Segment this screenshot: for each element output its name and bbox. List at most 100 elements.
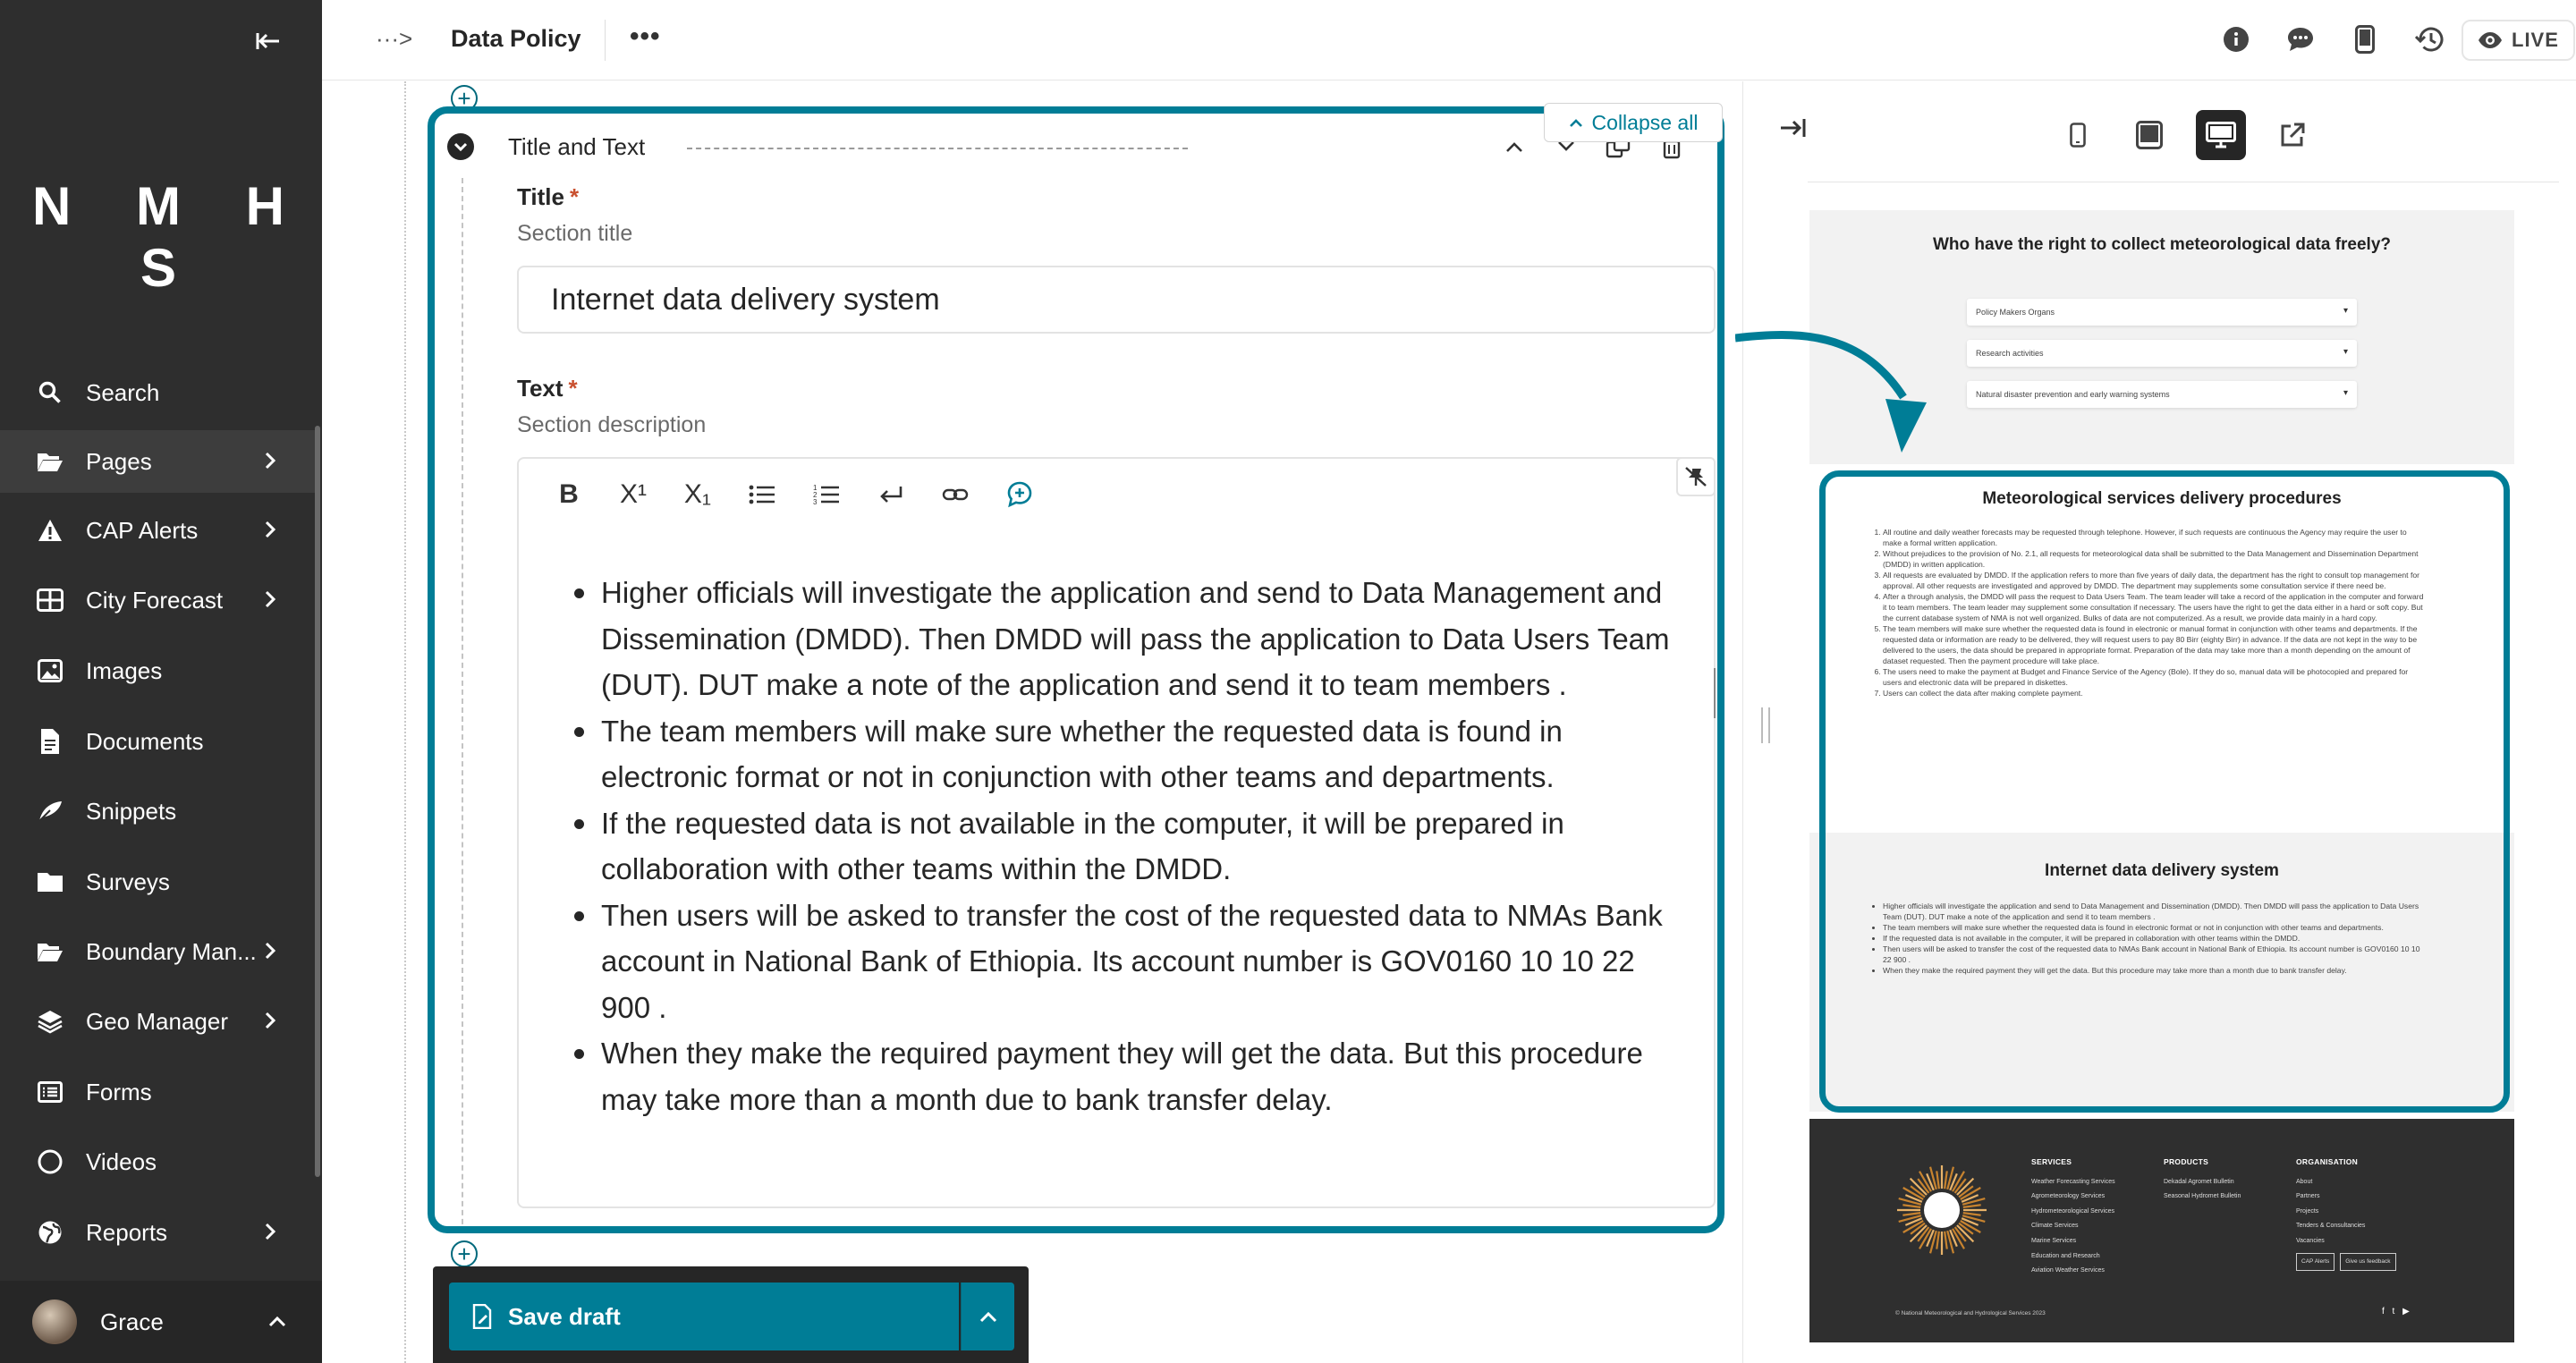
footer-copyright: © National Meteorological and Hydrologic… bbox=[1895, 1310, 2046, 1316]
collapse-all-button[interactable]: Collapse all bbox=[1544, 103, 1723, 142]
open-new-tab-button[interactable] bbox=[2267, 110, 2318, 160]
sidebar-item-surveys[interactable]: Surveys bbox=[0, 851, 315, 913]
sidebar-item-reports[interactable]: Reports bbox=[0, 1201, 315, 1264]
footer-link[interactable]: Tenders & Consultancies bbox=[2296, 1219, 2400, 1234]
chevron-right-icon bbox=[265, 1012, 276, 1029]
footer-link[interactable]: Seasonal Hydromet Bulletin bbox=[2164, 1189, 2241, 1205]
sidebar-item-label: Search bbox=[86, 378, 160, 406]
close-preview-button[interactable] bbox=[1779, 117, 1806, 143]
footer-link[interactable]: Projects bbox=[2296, 1205, 2400, 1220]
sidebar-item-label: Snippets bbox=[86, 797, 177, 825]
preview-accordion[interactable]: Research activities bbox=[1967, 340, 2357, 367]
bold-button[interactable]: B bbox=[537, 470, 601, 520]
mobile-size-button[interactable] bbox=[2053, 110, 2103, 160]
mobile-preview-icon[interactable] bbox=[2347, 21, 2383, 57]
footer-heading: ORGANISATION bbox=[2296, 1157, 2359, 1166]
footer-link[interactable]: Partners bbox=[2296, 1189, 2400, 1205]
title-input[interactable]: Internet data delivery system bbox=[517, 266, 1716, 334]
title-help: Section title bbox=[517, 221, 633, 246]
footer-link[interactable]: Agrometeorology Services bbox=[2031, 1189, 2115, 1205]
sidebar-scrollbar[interactable] bbox=[315, 426, 320, 1177]
block-title: Title and Text bbox=[508, 133, 646, 160]
superscript-button[interactable]: X¹ bbox=[601, 470, 665, 520]
numbered-list-button[interactable]: 123 bbox=[794, 470, 859, 520]
preview-accordion[interactable]: Policy Makers Organs bbox=[1967, 299, 2357, 326]
collapse-sidebar-button[interactable] bbox=[252, 25, 284, 57]
preview-internet-list: Higher officials will investigate the ap… bbox=[1872, 901, 2427, 976]
footer-cap-alerts-button[interactable]: CAP Alerts bbox=[2296, 1252, 2335, 1272]
sidebar-item-label: Pages bbox=[86, 447, 152, 475]
more-actions-button[interactable]: ••• bbox=[630, 21, 661, 52]
editor-panel: + Title and Text Title * Section title In… bbox=[322, 81, 1742, 1363]
rte-scrollbar[interactable] bbox=[1714, 668, 1716, 718]
preview-accordion[interactable]: Natural disaster prevention and early wa… bbox=[1967, 381, 2357, 408]
sidebar-item-documents[interactable]: Documents bbox=[0, 710, 315, 773]
footer-feedback-button[interactable]: Give us feedback bbox=[2340, 1252, 2396, 1272]
tablet-size-button[interactable] bbox=[2124, 110, 2174, 160]
sidebar-item-forms[interactable]: Forms bbox=[0, 1061, 315, 1123]
bullet-list-button[interactable] bbox=[730, 470, 794, 520]
rte-content[interactable]: Higher officials will investigate the ap… bbox=[574, 570, 1674, 1122]
site-logo[interactable]: N M H S bbox=[0, 175, 322, 299]
footer-link[interactable]: Hydrometeorological Services bbox=[2031, 1205, 2115, 1220]
sidebar-item-label: Reports bbox=[86, 1218, 168, 1246]
save-draft-button[interactable]: Save draft bbox=[449, 1283, 959, 1350]
live-status-button[interactable]: LIVE bbox=[2462, 20, 2575, 61]
social-icons[interactable]: f t ▶ bbox=[2382, 1307, 2412, 1316]
pin-toolbar-button[interactable] bbox=[1676, 457, 1716, 496]
sidebar-item-geo-manager[interactable]: Geo Manager bbox=[0, 990, 315, 1053]
annotation-arrow-icon bbox=[1735, 331, 1927, 453]
title-label: Title * bbox=[517, 183, 579, 211]
footer-link[interactable]: Climate Services bbox=[2031, 1219, 2115, 1234]
history-icon[interactable] bbox=[2411, 21, 2447, 57]
sidebar-item-cap-alerts[interactable]: CAP Alerts bbox=[0, 499, 315, 562]
footer-link[interactable]: Marine Services bbox=[2031, 1234, 2115, 1249]
save-bar: Save draft bbox=[433, 1266, 1029, 1363]
rich-text-editor[interactable]: B X¹ X₁ 123 Higher officials will invest… bbox=[517, 457, 1716, 1208]
panel-resize-handle[interactable] bbox=[1761, 707, 1770, 743]
text-help: Section description bbox=[517, 412, 707, 437]
footer-link[interactable]: Aviation Weather Services bbox=[2031, 1264, 2115, 1279]
link-button[interactable] bbox=[923, 470, 987, 520]
block-collapse-toggle[interactable] bbox=[447, 133, 474, 160]
sidebar-item-pages[interactable]: Pages bbox=[0, 430, 315, 493]
folder-icon bbox=[36, 868, 64, 896]
chevron-right-icon bbox=[265, 590, 276, 608]
sidebar-item-city-forecast[interactable]: City Forecast bbox=[0, 569, 315, 631]
folder-open-icon bbox=[36, 447, 64, 476]
breadcrumb-toggle[interactable]: ···> bbox=[376, 25, 412, 53]
subscript-button[interactable]: X₁ bbox=[665, 470, 730, 520]
search-icon bbox=[36, 378, 64, 407]
live-label: LIVE bbox=[2512, 29, 2559, 51]
sidebar-item-snippets[interactable]: Snippets bbox=[0, 780, 315, 842]
preview-procedure-list: All routine and daily weather forecasts … bbox=[1872, 527, 2427, 698]
account-menu[interactable]: Grace bbox=[0, 1281, 322, 1363]
sidebar-item-boundary-manager[interactable]: Boundary Man... bbox=[0, 920, 315, 983]
footer-link[interactable]: Dekadal Agromet Bulletin bbox=[2164, 1175, 2241, 1190]
chevron-down-icon bbox=[453, 142, 468, 152]
more-publish-options-button[interactable] bbox=[961, 1283, 1014, 1350]
info-icon[interactable] bbox=[2218, 21, 2254, 57]
chevron-up-icon bbox=[1506, 142, 1522, 152]
footer-link[interactable]: Vacancies bbox=[2296, 1234, 2400, 1249]
sidebar-item-images[interactable]: Images bbox=[0, 639, 315, 702]
pin-icon bbox=[1685, 467, 1707, 487]
external-link-icon bbox=[2281, 123, 2305, 147]
preview-heading: Who have the right to collect meteorolog… bbox=[1932, 235, 2392, 254]
footer-link[interactable]: Education and Research bbox=[2031, 1249, 2115, 1265]
footer-link[interactable]: About bbox=[2296, 1175, 2400, 1190]
sidebar-item-label: CAP Alerts bbox=[86, 516, 199, 544]
comment-button[interactable] bbox=[987, 470, 1052, 520]
list-item: If the requested data is not available i… bbox=[574, 800, 1674, 893]
footer-link[interactable]: Weather Forecasting Services bbox=[2031, 1175, 2115, 1190]
move-up-button[interactable] bbox=[1499, 131, 1530, 162]
sidebar-item-search[interactable]: Search bbox=[0, 361, 315, 424]
add-block-below-button[interactable]: + bbox=[451, 1240, 478, 1267]
sidebar-item-videos[interactable]: Videos bbox=[0, 1130, 315, 1193]
line-break-button[interactable] bbox=[859, 470, 923, 520]
collapse-right-icon bbox=[1781, 119, 1806, 137]
comment-icon[interactable] bbox=[2283, 21, 2318, 57]
block-header[interactable]: Title and Text bbox=[435, 114, 1717, 178]
sidebar-item-label: Boundary Man... bbox=[86, 937, 257, 965]
desktop-size-button[interactable] bbox=[2196, 110, 2246, 160]
